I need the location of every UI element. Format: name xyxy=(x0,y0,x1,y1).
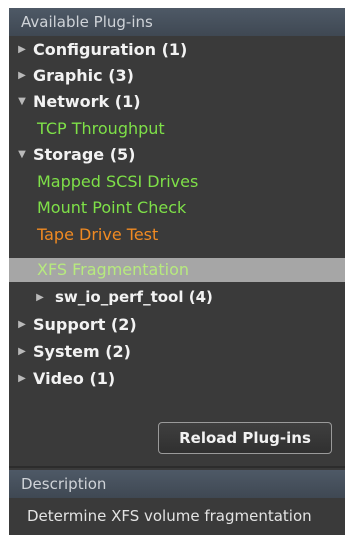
plugin-tree[interactable]: ▶ Configuration (1) ▶ Graphic (3) ▼ Netw… xyxy=(9,36,345,421)
available-plugins-header: Available Plug-ins xyxy=(9,8,345,36)
description-text: Determine XFS volume fragmentation xyxy=(27,507,312,525)
triangle-down-icon[interactable]: ▼ xyxy=(15,89,29,114)
tree-item-network[interactable]: ▼ Network (1) xyxy=(9,89,345,114)
plugins-panel: Available Plug-ins ▶ Configuration (1) ▶… xyxy=(9,8,345,535)
tree-item-support[interactable]: ▶ Support (2) xyxy=(9,312,345,337)
tree-item-video[interactable]: ▶ Video (1) xyxy=(9,366,345,391)
triangle-right-icon[interactable]: ▶ xyxy=(15,37,29,62)
divider xyxy=(9,466,345,468)
tree-item-graphic[interactable]: ▶ Graphic (3) xyxy=(9,63,345,88)
triangle-down-icon[interactable]: ▼ xyxy=(15,142,29,167)
triangle-right-icon[interactable]: ▶ xyxy=(15,339,29,364)
tree-item-tape-drive-test[interactable]: Tape Drive Test xyxy=(9,222,345,247)
tree-item-sw-io-perf-tool[interactable]: ▶ sw_io_perf_tool (4) xyxy=(9,285,345,310)
description-header: Description xyxy=(9,470,345,498)
reload-plugins-button[interactable]: Reload Plug-ins xyxy=(158,422,332,454)
tree-item-configuration[interactable]: ▶ Configuration (1) xyxy=(9,37,345,62)
tree-item-mapped-scsi-drives[interactable]: Mapped SCSI Drives xyxy=(9,169,345,194)
tree-item-tcp-throughput[interactable]: TCP Throughput xyxy=(9,116,345,141)
triangle-right-icon[interactable]: ▶ xyxy=(15,312,29,337)
triangle-right-icon[interactable]: ▶ xyxy=(15,366,29,391)
tree-item-mount-point-check[interactable]: Mount Point Check xyxy=(9,195,345,220)
tree-item-xfs-fragmentation[interactable]: XFS Fragmentation xyxy=(9,258,345,282)
triangle-right-icon[interactable]: ▶ xyxy=(15,63,29,88)
triangle-right-icon[interactable]: ▶ xyxy=(33,285,47,310)
tree-item-system[interactable]: ▶ System (2) xyxy=(9,339,345,364)
tree-item-storage[interactable]: ▼ Storage (5) xyxy=(9,142,345,167)
